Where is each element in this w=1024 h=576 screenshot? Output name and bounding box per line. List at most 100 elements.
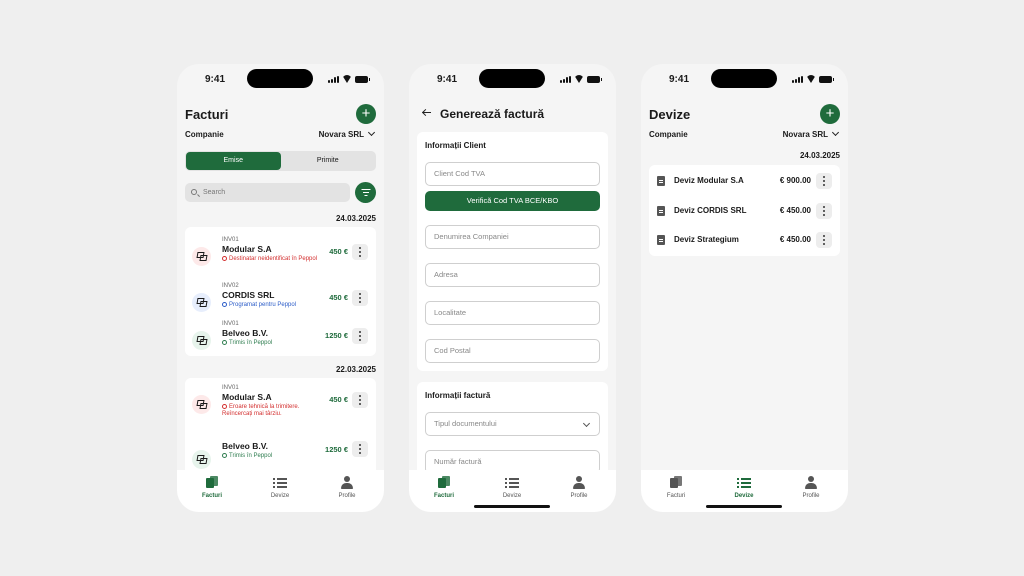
group-date: 22.03.2025	[335, 365, 376, 374]
invoice-row[interactable]: INV01 Modular S.A Destinatar neidentific…	[185, 237, 376, 277]
tab-quotes-label: Devize	[502, 493, 522, 499]
search-input[interactable]: Search	[185, 183, 350, 202]
filter-button[interactable]	[355, 182, 376, 203]
tab-profile-label: Profile	[338, 493, 356, 499]
quote-row[interactable]: Deviz Modular S.A € 900.00	[649, 166, 840, 196]
quote-amount: € 450.00	[779, 235, 811, 244]
company-select-value: Novara SRL	[782, 130, 828, 139]
company-label: Companie	[649, 130, 688, 139]
quote-name: Deviz Strategium	[674, 235, 739, 244]
list-icon	[505, 476, 519, 489]
tab-bar: Facturi Devize Profile	[409, 470, 616, 512]
invoice-client: CORDIS SRL	[222, 290, 275, 300]
home-indicator	[706, 505, 782, 508]
quote-row[interactable]: Deviz Strategium € 450.00	[649, 225, 840, 255]
invoice-icon	[192, 247, 211, 266]
status-bar: 9:41	[409, 64, 616, 94]
invoice-row[interactable]: INV01 Modular S.A Eroare tehnică la trim…	[185, 385, 376, 425]
chevron-down-icon	[831, 128, 840, 137]
more-options-button[interactable]	[352, 328, 368, 344]
wifi-icon	[806, 75, 816, 83]
tab-quotes[interactable]: Devize	[724, 476, 764, 499]
group-date: 24.03.2025	[799, 151, 840, 160]
tab-profile[interactable]: Profile	[791, 476, 831, 499]
segment-issued[interactable]: Emise	[186, 152, 281, 170]
status-bar: 9:41	[177, 64, 384, 94]
section-title: Informații factură	[425, 391, 491, 400]
plus-icon: +	[361, 105, 371, 122]
invoice-icon	[192, 395, 211, 414]
wifi-icon	[342, 75, 352, 83]
invoice-code: INV02	[222, 283, 239, 289]
client-info-section: Informații Client Client Cod TVA Verific…	[417, 132, 608, 371]
person-icon	[572, 476, 586, 489]
more-options-button[interactable]	[352, 290, 368, 306]
company-select[interactable]: Novara SRL	[318, 128, 376, 139]
add-quote-button[interactable]: +	[820, 104, 840, 124]
invoice-row[interactable]: INV01 Belveo B.V. Trimis în Peppol 1250 …	[185, 321, 376, 361]
tab-invoices[interactable]: Facturi	[656, 476, 696, 499]
signal-icon	[560, 75, 571, 83]
tab-invoices[interactable]: Facturi	[192, 476, 232, 499]
status-time: 9:41	[669, 74, 690, 85]
invoice-status-text: Eroare tehnică la trimitere. Reîncercați…	[222, 404, 300, 417]
tab-profile[interactable]: Profile	[559, 476, 599, 499]
postal-code-input[interactable]: Cod Postal	[425, 339, 600, 363]
verify-vat-button[interactable]: Verifică Cod TVA BCE/KBO	[425, 191, 600, 211]
page-title: Devize	[649, 107, 691, 122]
invoice-client: Belveo B.V.	[222, 328, 268, 338]
more-options-button[interactable]	[352, 244, 368, 260]
tab-quotes[interactable]: Devize	[260, 476, 300, 499]
city-input[interactable]: Localitate	[425, 301, 600, 325]
tab-quotes[interactable]: Devize	[492, 476, 532, 499]
invoice-amount: 450 €	[329, 293, 348, 302]
client-vat-input[interactable]: Client Cod TVA	[425, 162, 600, 186]
invoice-status-text: Destinatar neidentificat în Peppol	[229, 256, 318, 262]
address-input[interactable]: Adresa	[425, 263, 600, 287]
invoice-row[interactable]: INV02 CORDIS SRL Programat pentru Peppol…	[185, 283, 376, 323]
invoice-status: Trimis în Peppol	[222, 453, 320, 460]
company-select-value: Novara SRL	[318, 130, 364, 139]
invoice-amount: 1250 €	[325, 331, 348, 340]
more-options-button[interactable]	[816, 232, 832, 248]
invoice-amount: 450 €	[329, 247, 348, 256]
more-options-button[interactable]	[352, 441, 368, 457]
group-date: 24.03.2025	[335, 214, 376, 223]
list-icon	[273, 476, 287, 489]
invoice-status: Destinatar neidentificat în Peppol	[222, 256, 320, 263]
invoice-status-text: Programat pentru Peppol	[229, 302, 297, 308]
invoice-type-segmented-control: Emise Primite	[185, 151, 376, 171]
search-icon	[191, 189, 197, 195]
search-placeholder: Search	[203, 189, 226, 196]
tab-profile[interactable]: Profile	[327, 476, 367, 499]
segment-received[interactable]: Primite	[281, 152, 376, 170]
invoice-icon	[192, 450, 211, 469]
tab-invoices[interactable]: Facturi	[424, 476, 464, 499]
invoice-status: Eroare tehnică la trimitere. Reîncercați…	[222, 404, 320, 418]
company-name-input[interactable]: Denumirea Companiei	[425, 225, 600, 249]
status-dot-icon	[222, 404, 227, 409]
invoice-info-section: Informații factură Tipul documentului Nu…	[417, 382, 608, 482]
company-select[interactable]: Novara SRL	[782, 128, 840, 139]
invoice-status-text: Trimis în Peppol	[229, 453, 273, 459]
document-type-select[interactable]: Tipul documentului	[425, 412, 600, 436]
battery-icon	[587, 75, 602, 83]
invoice-status: Trimis în Peppol	[222, 340, 320, 347]
invoice-client: Modular S.A	[222, 392, 272, 402]
status-icons	[792, 75, 834, 83]
quote-amount: € 900.00	[779, 176, 811, 185]
quote-row[interactable]: Deviz CORDIS SRL € 450.00	[649, 196, 840, 226]
tab-quotes-label: Devize	[270, 493, 290, 499]
dynamic-island	[479, 69, 545, 88]
status-dot-icon	[222, 453, 227, 458]
back-arrow-icon[interactable]	[423, 112, 431, 114]
tab-invoices-label: Facturi	[666, 493, 686, 499]
section-title: Informații Client	[425, 141, 486, 150]
more-options-button[interactable]	[816, 173, 832, 189]
more-options-button[interactable]	[816, 203, 832, 219]
home-indicator	[474, 505, 550, 508]
quote-name: Deviz CORDIS SRL	[674, 206, 747, 215]
add-invoice-button[interactable]: +	[356, 104, 376, 124]
tab-bar: Facturi Devize Profile	[641, 470, 848, 512]
more-options-button[interactable]	[352, 392, 368, 408]
